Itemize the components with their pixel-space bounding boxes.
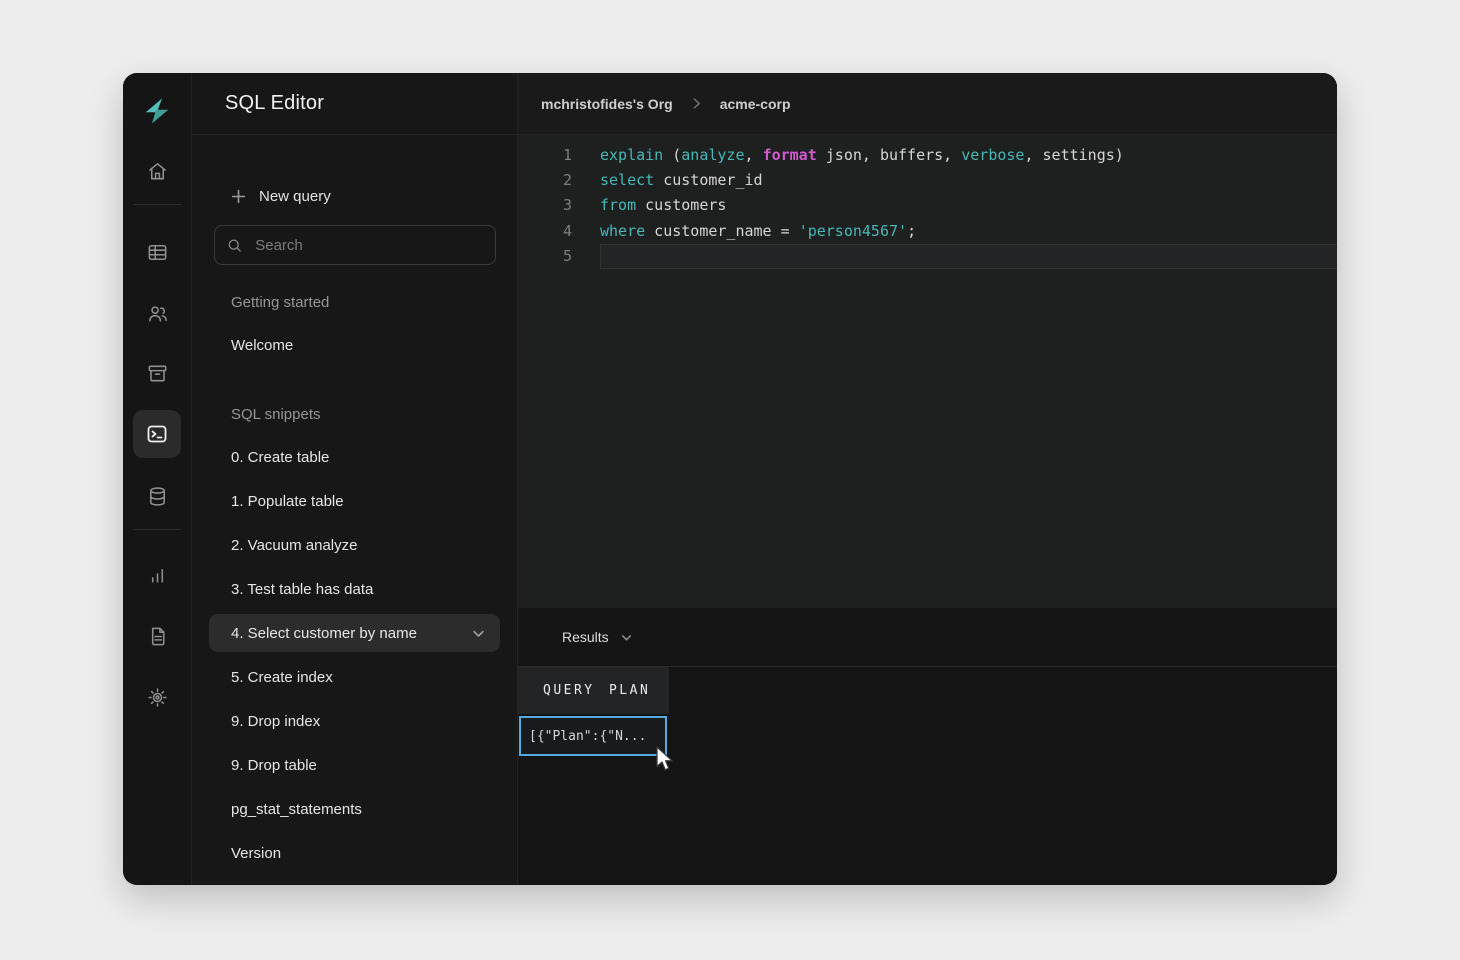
search-icon [227,237,242,254]
sidebar-item-label: 4. Select customer by name [231,625,417,642]
line-number: 5 [518,244,572,269]
sidebar-item[interactable]: 0. Create table [209,435,500,479]
code-text: where customer_name = 'person4567'; [600,218,1337,243]
chevron-down-icon[interactable] [471,626,486,641]
sidebar-item-label: 1. Populate table [231,493,344,510]
lightning-logo-icon [142,96,172,126]
new-query-label: New query [259,188,331,205]
sidebar-item-label: 0. Create table [231,449,329,466]
line-number: 1 [518,142,572,167]
plus-icon [231,189,246,204]
sidebar-header: SQL Editor [192,73,517,135]
settings-gear-icon[interactable] [133,673,181,721]
result-rows: [{"Plan":{"N... [518,716,1337,756]
nav-rail [123,73,192,885]
code-token: customer_name = [645,222,799,240]
sidebar-item-label: Welcome [231,337,293,354]
code-line: 3 from customers [518,193,1337,218]
code-token: ; [907,222,916,240]
metrics-chart-icon[interactable] [133,551,181,599]
sidebar-item[interactable]: 9. Drop index [209,699,500,743]
column-header-query-plan: QUERY PLAN [518,667,669,714]
sidebar-item[interactable]: 9. Drop table [209,743,500,787]
code-token: analyze [681,146,744,164]
code-line: 1 explain (analyze, format json, buffers,… [518,142,1337,167]
archive-icon[interactable] [133,349,181,397]
database-icon[interactable] [133,472,181,520]
results-label: Results [562,629,609,645]
sidebar-item-label: 3. Test table has data [231,581,373,598]
sidebar: SQL Editor New query Getting started Welc… [192,73,518,885]
sidebar-item[interactable]: Welcome [209,323,500,367]
rail-divider [133,529,181,530]
code-token: ( [663,146,681,164]
code-token: 'person4567' [799,222,907,240]
code-token: where [600,222,645,240]
sidebar-item[interactable]: Version [209,831,500,875]
breadcrumb-org[interactable]: mchristofides's Org [541,96,673,112]
line-number: 3 [518,193,572,218]
breadcrumb-project[interactable]: acme-corp [720,96,791,112]
line-number: 2 [518,167,572,192]
code-token: , settings) [1024,146,1123,164]
main-panel: mchristofides's Org acme-corp 1 explain (… [518,73,1337,885]
code-text: from customers [600,193,1337,218]
code-token: customers [636,196,726,214]
app-window: SQL Editor New query Getting started Welc… [123,73,1337,885]
new-query-button[interactable]: New query [231,185,517,207]
code-token: verbose [961,146,1024,164]
code-line: 4 where customer_name = 'person4567'; [518,218,1337,243]
code-line: 2 select customer_id [518,167,1337,192]
code-text [600,244,1337,269]
sidebar-item-label: 2. Vacuum analyze [231,537,357,554]
code-token: from [600,196,636,214]
code-token: explain [600,146,663,164]
sidebar-group: SQL snippets 0. Create table 1. Populate t… [192,393,517,875]
sidebar-item-label: Version [231,845,281,862]
sidebar-item-label: 5. Create index [231,669,333,686]
chevron-right-icon [690,97,703,110]
home-icon[interactable] [133,147,181,195]
line-number: 4 [518,218,572,243]
code-text: explain (analyze, format json, buffers, … [600,142,1337,167]
sidebar-item[interactable]: pg_stat_statements [209,787,500,831]
results-dropdown[interactable]: Results [518,608,1337,666]
tables-icon[interactable] [133,228,181,276]
rail-divider [133,204,181,205]
code-token: select [600,171,654,189]
result-cell-selected[interactable]: [{"Plan":{"N... [519,716,667,756]
sidebar-item[interactable]: 5. Create index [209,655,500,699]
users-icon[interactable] [133,289,181,337]
section-header: Getting started [231,281,517,323]
results-panel: Results QUERY PLAN [{"Plan":{"N... [518,608,1337,885]
code-token: customer_id [654,171,762,189]
sidebar-groups: Getting started Welcome SQL snippets 0. Cre… [192,281,517,875]
breadcrumb: mchristofides's Org acme-corp [518,73,1337,135]
sidebar-group: Getting started Welcome [192,281,517,367]
sql-code-editor[interactable]: 1 explain (analyze, format json, buffers,… [518,135,1337,608]
chevron-down-icon [620,631,633,644]
sidebar-item-label: 9. Drop index [231,713,320,730]
sidebar-item-label: 9. Drop table [231,757,317,774]
search-box [214,225,496,265]
code-line: 5 [518,244,1337,269]
logo-icon[interactable] [133,87,181,135]
code-token: format [763,146,817,164]
page-title: SQL Editor [225,92,324,115]
sidebar-item[interactable]: 4. Select customer by name [209,614,500,652]
code-token: json, buffers, [817,146,962,164]
sidebar-item-label: pg_stat_statements [231,801,362,818]
results-table: QUERY PLAN [{"Plan":{"N... [518,666,1337,885]
terminal-icon[interactable] [133,410,181,458]
section-header: SQL snippets [231,393,517,435]
code-text: select customer_id [600,167,1337,192]
search-input[interactable] [253,236,483,255]
sidebar-item[interactable]: 2. Vacuum analyze [209,523,500,567]
logs-document-icon[interactable] [133,612,181,660]
sidebar-item[interactable]: 1. Populate table [209,479,500,523]
code-token: , [745,146,763,164]
sidebar-item[interactable]: 3. Test table has data [209,567,500,611]
